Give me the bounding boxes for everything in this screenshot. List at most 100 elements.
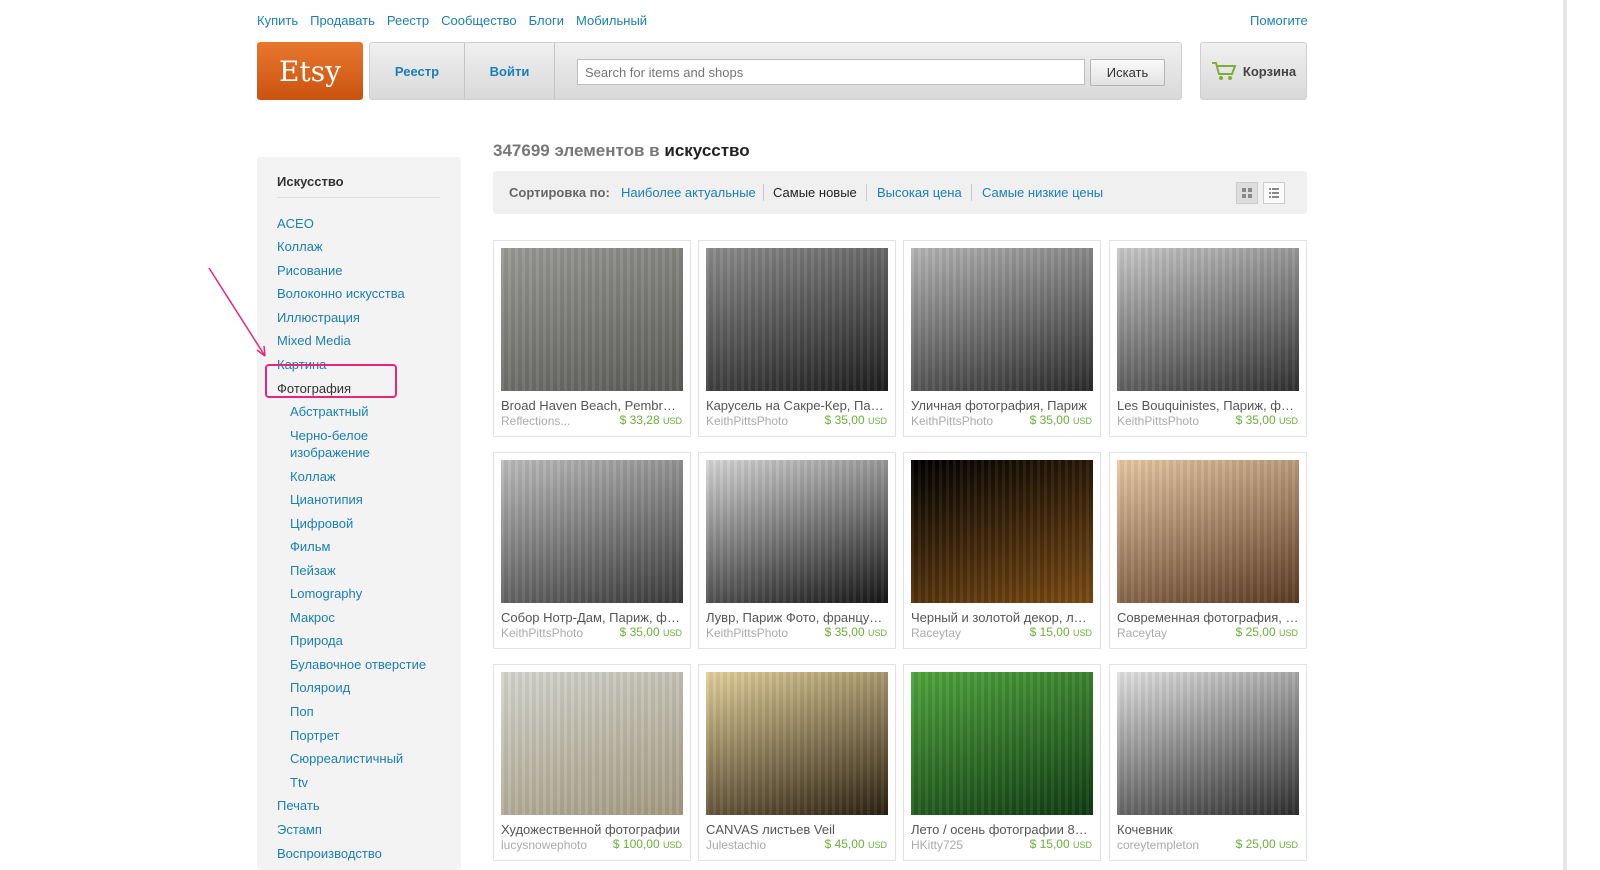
sidebar-subitem[interactable]: Абстрактный	[290, 403, 368, 420]
listing-shop[interactable]: Reflections...	[501, 414, 601, 428]
nav-buy-link[interactable]: Купить	[257, 13, 298, 28]
sidebar-subitem[interactable]: Цифровой	[290, 515, 353, 532]
sidebar-subitem[interactable]: Коллаж	[290, 468, 336, 485]
listing-title[interactable]: Les Bouquinistes, Париж, фото	[1117, 398, 1299, 413]
sidebar-subitem[interactable]: Цианотипия	[290, 491, 363, 508]
listing-card[interactable]: Черный и золотой декор, люстра Raceytay $ …	[903, 452, 1101, 649]
registry-button[interactable]: Реестр	[370, 43, 465, 99]
sort-newest[interactable]: Самые новые	[773, 185, 857, 200]
sidebar-subitem[interactable]: Булавочное отверстие	[290, 656, 426, 673]
help-link[interactable]: Помогите	[1250, 13, 1308, 28]
listing-card[interactable]: Лувр, Париж Фото, французская KeithPittsP…	[698, 452, 896, 649]
listing-thumbnail[interactable]	[501, 248, 683, 391]
photo-texture	[911, 248, 1093, 391]
listing-thumbnail[interactable]	[706, 672, 888, 815]
listing-shop[interactable]: KeithPittsPhoto	[706, 626, 806, 640]
signin-button[interactable]: Войти	[465, 43, 555, 99]
sidebar-subitem[interactable]: Фильм	[290, 538, 330, 555]
listing-thumbnail[interactable]	[1117, 460, 1299, 603]
listing-price-value: $ 15,00	[1029, 837, 1070, 851]
sort-high-price[interactable]: Высокая цена	[877, 185, 962, 200]
listing-card[interactable]: CANVAS листьев Veil Julestachio $ 45,00 US…	[698, 664, 896, 861]
sidebar-subitem[interactable]: Макрос	[290, 609, 335, 626]
search-button[interactable]: Искать	[1090, 59, 1165, 86]
listing-card[interactable]: Современная фотография, интерьерRaceytay…	[1109, 452, 1307, 649]
sidebar-item[interactable]: ACEO	[277, 215, 314, 232]
listing-title[interactable]: Лувр, Париж Фото, французская	[706, 610, 888, 625]
listing-price-value: $ 15,00	[1029, 625, 1070, 639]
sidebar-item[interactable]: Эстамп	[277, 821, 322, 838]
listing-shop[interactable]: KeithPittsPhoto	[911, 414, 1011, 428]
sidebar-subitem[interactable]: Сюрреалистичный	[290, 750, 403, 767]
listing-card[interactable]: Собор Нотр-Дам, Париж, фото KeithPittsPho…	[493, 452, 691, 649]
sort-relevant[interactable]: Наиболее актуальные	[621, 185, 756, 200]
listing-title[interactable]: Художественной фотографии	[501, 822, 683, 837]
listing-thumbnail[interactable]	[501, 460, 683, 603]
sidebar-subitem[interactable]: Портрет	[290, 727, 339, 744]
scrollbar[interactable]	[1563, 0, 1567, 870]
etsy-logo[interactable]: Etsy	[257, 42, 363, 100]
listing-card[interactable]: Лето / осень фотографии 8x10 HKitty725 $ 1…	[903, 664, 1101, 861]
sidebar-item[interactable]: Иллюстрация	[277, 309, 360, 326]
list-view-button[interactable]	[1263, 182, 1285, 204]
listing-thumbnail[interactable]	[706, 248, 888, 391]
listing-title[interactable]: Собор Нотр-Дам, Париж, фото	[501, 610, 683, 625]
nav-blogs-link[interactable]: Блоги	[529, 13, 564, 28]
listing-card[interactable]: Broad Haven Beach, PembrokeshireReflecti…	[493, 240, 691, 437]
sidebar-subitem[interactable]: Lomography	[290, 585, 362, 602]
listing-thumbnail[interactable]	[501, 672, 683, 815]
listing-shop[interactable]: KeithPittsPhoto	[706, 414, 806, 428]
nav-registry-link[interactable]: Реестр	[387, 13, 429, 28]
listing-title[interactable]: Черный и золотой декор, люстра	[911, 610, 1093, 625]
listing-title[interactable]: Уличная фотография, Париж	[911, 398, 1093, 413]
listing-shop[interactable]: Raceytay	[911, 626, 1011, 640]
listing-shop[interactable]: lucysnowephoto	[501, 838, 601, 852]
listing-title[interactable]: Кочевник	[1117, 822, 1299, 837]
nav-community-link[interactable]: Сообщество	[441, 13, 517, 28]
listing-shop[interactable]: HKitty725	[911, 838, 1011, 852]
listing-card[interactable]: Карусель на Сакре-Кер, Париж KeithPittsPh…	[698, 240, 896, 437]
listing-thumbnail[interactable]	[1117, 248, 1299, 391]
listing-title[interactable]: Broad Haven Beach, Pembrokeshire	[501, 398, 683, 413]
listing-title[interactable]: CANVAS листьев Veil	[706, 822, 888, 837]
nav-sell-link[interactable]: Продавать	[310, 13, 375, 28]
sidebar-subitem[interactable]: Черно-белое изображение	[290, 427, 400, 461]
sidebar-item[interactable]: Волоконно искусства	[277, 285, 405, 302]
sidebar-subitem[interactable]: Пейзаж	[290, 562, 336, 579]
listing-thumbnail[interactable]	[911, 248, 1093, 391]
listing-card[interactable]: Les Bouquinistes, Париж, фото KeithPittsP…	[1109, 240, 1307, 437]
search-input[interactable]	[577, 59, 1085, 85]
sidebar-subitem[interactable]: Природа	[290, 632, 343, 649]
listing-title[interactable]: Карусель на Сакре-Кер, Париж	[706, 398, 888, 413]
listing-card[interactable]: Кочевник coreytempleton $ 25,00 USD	[1109, 664, 1307, 861]
photo-texture	[911, 460, 1093, 603]
listing-shop[interactable]: Raceytay	[1117, 626, 1217, 640]
sidebar-subitem[interactable]: Поляроид	[290, 679, 350, 696]
listing-thumbnail[interactable]	[911, 672, 1093, 815]
listing-card[interactable]: Уличная фотография, Париж KeithPittsPhoto…	[903, 240, 1101, 437]
listing-price-value: $ 25,00	[1235, 837, 1276, 851]
listing-price: $ 100,00 USD	[613, 837, 682, 851]
listing-shop[interactable]: KeithPittsPhoto	[1117, 414, 1217, 428]
sidebar-item[interactable]: Mixed Media	[277, 332, 351, 349]
sidebar-subitem[interactable]: Поп	[290, 703, 314, 720]
photo-texture	[501, 248, 683, 391]
listing-card[interactable]: Художественной фотографии lucysnowephoto $…	[493, 664, 691, 861]
listing-shop[interactable]: Julestachio	[706, 838, 806, 852]
cart-button[interactable]: Корзина	[1200, 42, 1307, 100]
sort-low-price[interactable]: Самые низкие цены	[982, 185, 1103, 200]
grid-view-button[interactable]	[1236, 182, 1258, 204]
sidebar-item[interactable]: Воспроизводство	[277, 845, 382, 862]
listing-title[interactable]: Лето / осень фотографии 8x10	[911, 822, 1093, 837]
sidebar-subitem[interactable]: Ttv	[290, 774, 308, 791]
listing-title[interactable]: Современная фотография, интерьер	[1117, 610, 1299, 625]
listing-shop[interactable]: coreytempleton	[1117, 838, 1217, 852]
sidebar-item[interactable]: Печать	[277, 797, 320, 814]
sidebar-item[interactable]: Коллаж	[277, 238, 323, 255]
listing-shop[interactable]: KeithPittsPhoto	[501, 626, 601, 640]
listing-thumbnail[interactable]	[1117, 672, 1299, 815]
listing-thumbnail[interactable]	[706, 460, 888, 603]
nav-mobile-link[interactable]: Мобильный	[576, 13, 647, 28]
sidebar-item[interactable]: Рисование	[277, 262, 342, 279]
listing-thumbnail[interactable]	[911, 460, 1093, 603]
